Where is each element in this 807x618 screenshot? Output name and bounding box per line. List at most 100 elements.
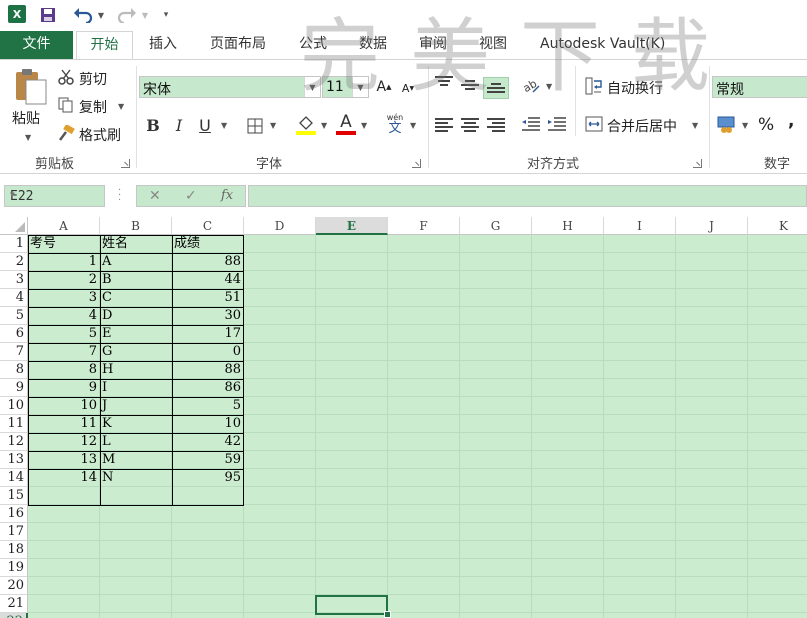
cell-a9[interactable]: 9 — [28, 379, 99, 397]
align-top-icon[interactable] — [435, 76, 453, 90]
row-header-1[interactable]: 1 — [0, 235, 28, 253]
cell-b8[interactable]: H — [100, 361, 171, 379]
cell-c2[interactable]: 88 — [172, 253, 243, 271]
cell-a1[interactable]: 考号 — [28, 235, 99, 253]
font-size-combo[interactable]: 11 ▼ — [322, 76, 369, 98]
row-header-16[interactable]: 16 — [0, 505, 28, 523]
row-header-12[interactable]: 12 — [0, 433, 28, 451]
column-header-f[interactable]: F — [388, 217, 460, 235]
font-launcher-icon[interactable] — [412, 159, 421, 168]
row-header-3[interactable]: 3 — [0, 271, 28, 289]
tab-formulas[interactable]: 公式 — [299, 31, 327, 59]
cell-c7[interactable]: 0 — [172, 343, 243, 361]
cancel-icon[interactable]: ✕ — [149, 188, 161, 204]
row-header-17[interactable]: 17 — [0, 523, 28, 541]
cell-c1[interactable]: 成绩 — [172, 235, 243, 253]
undo-icon[interactable] — [70, 5, 96, 25]
tab-review[interactable]: 审阅 — [419, 31, 447, 59]
column-header-d[interactable]: D — [244, 217, 316, 235]
copy-icon[interactable] — [57, 97, 75, 113]
enter-icon[interactable]: ✓ — [185, 188, 197, 204]
select-all-button[interactable] — [0, 217, 28, 235]
accounting-format-icon[interactable] — [716, 114, 738, 134]
column-header-g[interactable]: G — [460, 217, 532, 235]
cell-b14[interactable]: N — [100, 469, 171, 487]
insert-function-icon[interactable]: fx — [221, 188, 233, 203]
column-header-a[interactable]: A — [28, 217, 100, 235]
column-header-b[interactable]: B — [100, 217, 172, 235]
cut-button[interactable]: 剪切 — [79, 69, 107, 89]
column-header-k[interactable]: K — [748, 217, 807, 235]
font-size-dropdown-icon[interactable]: ▼ — [352, 77, 368, 97]
borders-dropdown-icon[interactable]: ▼ — [270, 121, 276, 130]
font-name-combo[interactable]: 宋体 ▼ — [139, 76, 321, 98]
column-header-h[interactable]: H — [532, 217, 604, 235]
column-header-j[interactable]: J — [676, 217, 748, 235]
alignment-launcher-icon[interactable] — [693, 159, 702, 168]
row-header-11[interactable]: 11 — [0, 415, 28, 433]
cell-c3[interactable]: 44 — [172, 271, 243, 289]
wrap-text-icon[interactable] — [584, 77, 604, 95]
comma-style-button[interactable]: , — [788, 111, 794, 131]
format-painter-icon[interactable] — [57, 125, 75, 141]
phonetic-guide-icon[interactable]: wén 文 — [384, 112, 406, 136]
row-header-19[interactable]: 19 — [0, 559, 28, 577]
borders-icon[interactable] — [246, 117, 264, 135]
cell-a11[interactable]: 11 — [28, 415, 99, 433]
cut-icon[interactable] — [57, 69, 75, 85]
cell-a5[interactable]: 4 — [28, 307, 99, 325]
cell-b3[interactable]: B — [100, 271, 171, 289]
align-left-icon[interactable] — [435, 118, 453, 132]
accounting-dropdown-icon[interactable]: ▼ — [742, 121, 748, 130]
tab-autodesk-vault[interactable]: Autodesk Vault(K) — [540, 31, 665, 59]
cell-b1[interactable]: 姓名 — [100, 235, 171, 253]
merge-center-icon[interactable] — [584, 115, 604, 133]
cell-c14[interactable]: 95 — [172, 469, 243, 487]
bold-button[interactable]: B — [142, 114, 164, 136]
font-color-icon[interactable]: A — [335, 112, 357, 136]
row-header-9[interactable]: 9 — [0, 379, 28, 397]
tab-data[interactable]: 数据 — [359, 31, 387, 59]
row-header-13[interactable]: 13 — [0, 451, 28, 469]
font-color-dropdown-icon[interactable]: ▼ — [361, 121, 367, 130]
row-header-22[interactable]: 22 — [0, 613, 28, 618]
worksheet-grid[interactable]: ABCDEFGHIJK 1 2 3 4 5 6 7 8 9 10 11 12 13 14 15 16 17 18 1… — [0, 217, 807, 618]
cell-c5[interactable]: 30 — [172, 307, 243, 325]
cell-c10[interactable]: 5 — [172, 397, 243, 415]
percent-style-button[interactable]: % — [758, 115, 774, 135]
cell-b7[interactable]: G — [100, 343, 171, 361]
cell-a8[interactable]: 8 — [28, 361, 99, 379]
row-header-8[interactable]: 8 — [0, 361, 28, 379]
undo-dropdown-icon[interactable]: ▼ — [96, 5, 106, 25]
align-right-icon[interactable] — [487, 118, 505, 132]
row-header-14[interactable]: 14 — [0, 469, 28, 487]
decrease-indent-icon[interactable] — [521, 116, 541, 132]
wrap-text-button[interactable]: 自动换行 — [607, 78, 663, 98]
fill-color-dropdown-icon[interactable]: ▼ — [321, 121, 327, 130]
column-header-i[interactable]: I — [604, 217, 676, 235]
tab-file[interactable]: 文件 — [0, 31, 73, 59]
row-header-5[interactable]: 5 — [0, 307, 28, 325]
column-header-c[interactable]: C — [172, 217, 244, 235]
cell-a10[interactable]: 10 — [28, 397, 99, 415]
row-header-10[interactable]: 10 — [0, 397, 28, 415]
number-format-combo[interactable]: 常规 — [712, 76, 807, 98]
cell-c13[interactable]: 59 — [172, 451, 243, 469]
cell-b2[interactable]: A — [100, 253, 171, 271]
cell-b12[interactable]: L — [100, 433, 171, 451]
row-header-18[interactable]: 18 — [0, 541, 28, 559]
row-header-4[interactable]: 4 — [0, 289, 28, 307]
font-name-dropdown-icon[interactable]: ▼ — [304, 77, 320, 97]
active-cell-cursor[interactable] — [315, 595, 391, 618]
cell-c11[interactable]: 10 — [172, 415, 243, 433]
redo-dropdown-icon[interactable]: ▼ — [140, 5, 150, 25]
orientation-dropdown-icon[interactable]: ▼ — [546, 82, 552, 91]
cell-a14[interactable]: 14 — [28, 469, 99, 487]
italic-button[interactable]: I — [168, 114, 190, 136]
format-painter-button[interactable]: 格式刷 — [79, 125, 121, 145]
align-middle-icon[interactable] — [461, 80, 479, 94]
fill-color-icon[interactable] — [295, 114, 317, 136]
cell-c8[interactable]: 88 — [172, 361, 243, 379]
grow-font-icon[interactable]: A ▲ — [376, 78, 392, 96]
orientation-icon[interactable]: ab — [520, 76, 542, 94]
